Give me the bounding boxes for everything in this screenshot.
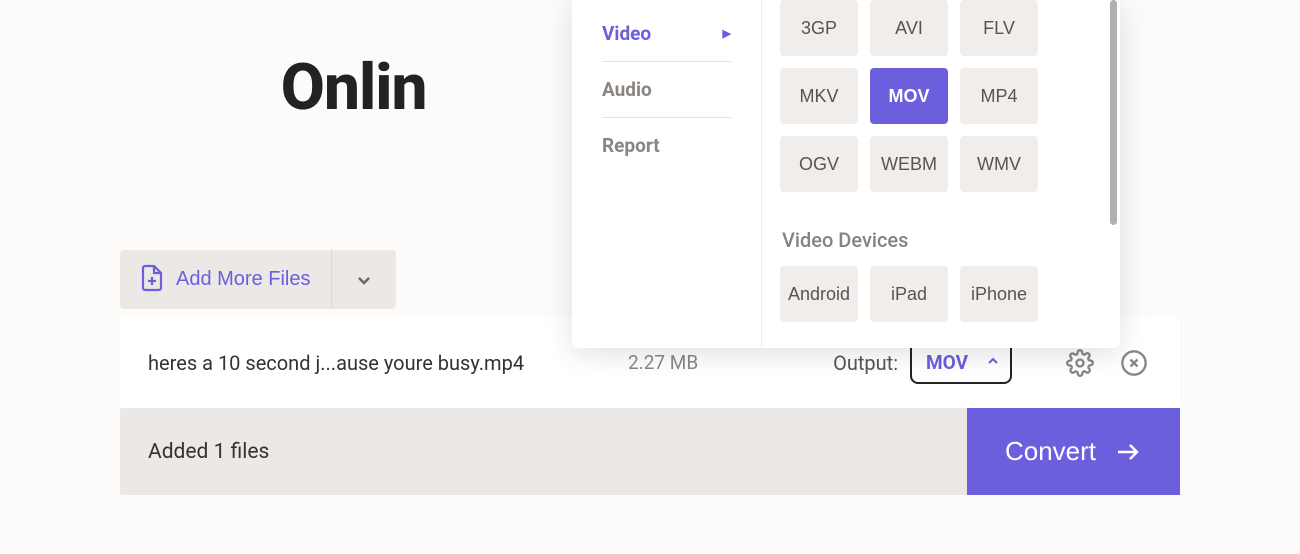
device-grid: AndroidiPadiPhone bbox=[780, 266, 1102, 322]
format-option-ogv[interactable]: OGV bbox=[780, 136, 858, 192]
file-add-icon bbox=[140, 264, 164, 295]
output-label: Output: bbox=[833, 351, 898, 375]
device-section-title: Video Devices bbox=[782, 228, 1102, 252]
device-option-iphone[interactable]: iPhone bbox=[960, 266, 1038, 322]
format-option-avi[interactable]: AVI bbox=[870, 0, 948, 56]
add-more-files-label: Add More Files bbox=[176, 268, 311, 291]
chevron-down-icon bbox=[354, 270, 374, 290]
sidebar-item-label: Video bbox=[602, 22, 651, 45]
add-more-dropdown-button[interactable] bbox=[331, 250, 396, 309]
format-option-flv[interactable]: FLV bbox=[960, 0, 1038, 56]
sidebar-item-label: Audio bbox=[602, 78, 652, 101]
format-option-mkv[interactable]: MKV bbox=[780, 68, 858, 124]
output-format-value: MOV bbox=[926, 351, 968, 374]
scrollbar[interactable] bbox=[1110, 0, 1117, 225]
format-dropdown: Video ▶ Audio Report 3GPAVIFLV MKVMOVMP4 O… bbox=[572, 0, 1120, 348]
dropdown-content: 3GPAVIFLV MKVMOVMP4 OGVWEBMWMV Video Devic… bbox=[762, 0, 1120, 348]
arrow-right-icon bbox=[1114, 440, 1142, 464]
gear-icon bbox=[1066, 349, 1094, 377]
triangle-right-icon: ▶ bbox=[723, 27, 731, 40]
file-size: 2.27 MB bbox=[628, 351, 738, 374]
format-option-mov[interactable]: MOV bbox=[870, 68, 948, 124]
dropdown-sidebar: Video ▶ Audio Report bbox=[572, 0, 762, 348]
sidebar-item-video[interactable]: Video ▶ bbox=[602, 6, 731, 62]
sidebar-item-label: Report bbox=[602, 134, 660, 157]
format-option-webm[interactable]: WEBM bbox=[870, 136, 948, 192]
device-option-ipad[interactable]: iPad bbox=[870, 266, 948, 322]
format-option-3gp[interactable]: 3GP bbox=[780, 0, 858, 56]
status-text: Added 1 files bbox=[120, 440, 297, 464]
file-name: heres a 10 second j...ause youre busy.mp… bbox=[148, 351, 628, 375]
device-option-android[interactable]: Android bbox=[780, 266, 858, 322]
footer-bar: Added 1 files Convert bbox=[120, 408, 1180, 495]
settings-button[interactable] bbox=[1062, 345, 1098, 381]
add-more-files-button[interactable]: Add More Files bbox=[120, 250, 331, 309]
format-option-mp4[interactable]: MP4 bbox=[960, 68, 1038, 124]
convert-label: Convert bbox=[1005, 436, 1096, 467]
convert-button[interactable]: Convert bbox=[967, 408, 1180, 495]
close-circle-icon bbox=[1120, 349, 1148, 377]
format-grid: 3GPAVIFLV MKVMOVMP4 OGVWEBMWMV bbox=[780, 0, 1102, 192]
title-fragment-left: Onlin bbox=[281, 50, 427, 125]
sidebar-item-audio[interactable]: Audio bbox=[602, 62, 731, 118]
remove-file-button[interactable] bbox=[1116, 345, 1152, 381]
format-option-wmv[interactable]: WMV bbox=[960, 136, 1038, 192]
chevron-up-icon bbox=[986, 353, 1000, 372]
sidebar-item-report[interactable]: Report bbox=[602, 118, 731, 173]
